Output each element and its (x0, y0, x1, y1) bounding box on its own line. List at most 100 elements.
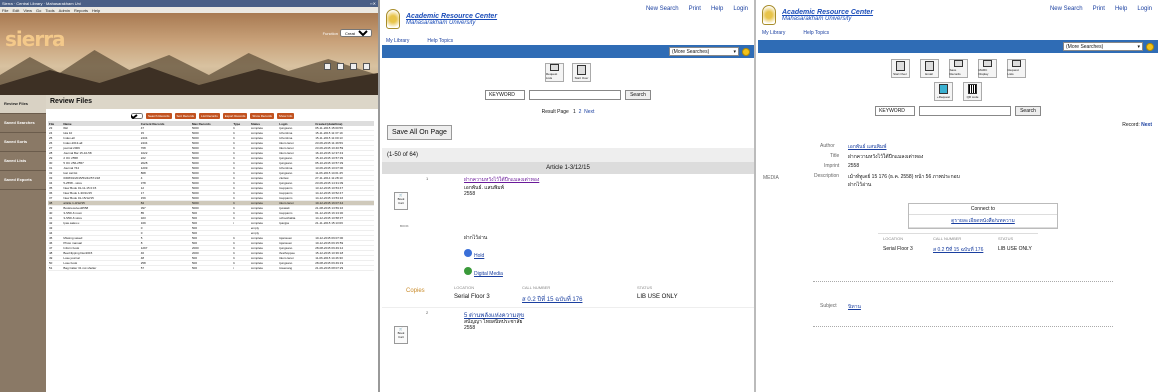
menu-edit[interactable]: Edit (12, 8, 19, 13)
list-records-button[interactable]: List Records (199, 113, 220, 119)
print-link[interactable]: Print (1093, 6, 1105, 12)
search-input[interactable] (919, 106, 1012, 116)
menu-help[interactable]: Help (92, 8, 100, 13)
next-link[interactable]: Next (584, 109, 594, 115)
new-icon[interactable] (324, 63, 331, 70)
request-icon (939, 84, 948, 94)
help-link[interactable]: Help (1115, 6, 1127, 12)
more-searches-select[interactable]: (More Searches) ▾ (1063, 42, 1143, 51)
new-search-link[interactable]: New Search (1050, 6, 1083, 12)
menu-go[interactable]: Go (36, 8, 41, 13)
show-info-button[interactable]: Show Info (276, 113, 295, 119)
count-select[interactable]: All (131, 113, 143, 119)
marc-display-button[interactable]: MARC Display (977, 59, 997, 78)
tool-buttons-row2: +Request QR code (758, 80, 1158, 103)
table-cell: complete (249, 265, 279, 272)
qr-code-button[interactable]: QR code (963, 82, 982, 101)
toolbar-icons (324, 63, 370, 70)
start-over-button[interactable]: Start Over (572, 63, 591, 82)
email-icon (924, 61, 934, 71)
start-over-button[interactable]: Start Over (890, 59, 910, 78)
brand-title[interactable]: Academic Resource Center (782, 9, 873, 16)
new-search-link[interactable]: New Search (646, 6, 679, 12)
record-title-link[interactable]: ฝากความหวังไว้ใต้ปีกแมลงเต่าทอง (464, 176, 539, 184)
review-files-pane: Review Files All Search Records Sort Rec… (46, 95, 378, 392)
function-select[interactable]: Create Lists (340, 29, 372, 37)
call-number-link[interactable]: ส 0.2 ปีที่ 15 ฉบับที่ 176 (522, 294, 582, 304)
divider (813, 281, 1113, 282)
record-year: 2558 (464, 191, 476, 197)
my-library-link[interactable]: My Library (386, 38, 409, 45)
login-link[interactable]: Login (1137, 6, 1152, 12)
table-cell: 21-06-2015 08:07:29 (314, 265, 374, 272)
table-cell: Bag Calier 31 not shelter (62, 265, 140, 272)
record-next-link[interactable]: Next (1141, 122, 1152, 128)
info-icon[interactable] (350, 63, 357, 70)
hold-link[interactable]: Hold (464, 249, 484, 259)
go-icon[interactable] (742, 47, 750, 56)
request-lists-button[interactable]: Request Lists (545, 63, 564, 82)
save-all-button[interactable]: Save All On Page (387, 125, 452, 140)
author-link[interactable]: เอกพันธ์ แสนพิมพ์ (848, 143, 886, 151)
imprint-value: 2558 (848, 163, 860, 169)
menu-reports[interactable]: Reports (74, 8, 88, 13)
page-2[interactable]: 2 (579, 109, 582, 115)
go-icon[interactable] (1146, 42, 1154, 51)
my-library-link[interactable]: My Library (762, 30, 785, 37)
search-input[interactable] (529, 90, 622, 100)
request-lists-button[interactable]: Request Lists (1006, 59, 1026, 78)
help-topics-link[interactable]: Help Topics (803, 30, 829, 37)
menu-tools[interactable]: Tools (45, 8, 54, 13)
save-records-button[interactable]: Save Records (948, 59, 968, 78)
table-row[interactable]: 51 Bag Calier 31 not shelter 57 500 i complet… (48, 265, 374, 272)
mountain-graphic (0, 50, 378, 95)
help-link[interactable]: Help (711, 6, 723, 12)
show-records-button[interactable]: Show Records (250, 113, 274, 119)
request-button[interactable]: +Request (934, 82, 953, 101)
search-records-button[interactable]: Search Records (146, 113, 172, 119)
brand-title[interactable]: Academic Resource Center (406, 13, 497, 20)
window-controls[interactable]: ▫▫✕ (370, 1, 376, 6)
qr-code-icon (968, 84, 977, 94)
book-cart-button[interactable]: 🛒 Book Cart (394, 192, 408, 210)
help-topics-link[interactable]: Help Topics (427, 38, 453, 45)
keyword-select[interactable]: KEYWORD (485, 90, 526, 100)
sort-records-button[interactable]: Sort Records (174, 113, 197, 119)
opac-record-window: Academic Resource Center Mahasarakham Un… (758, 0, 1158, 392)
holding-call-number-link[interactable]: ส 0.2 ปีที่ 15 ฉบับที่ 176 (933, 246, 983, 254)
subject-link[interactable]: นิทาน (848, 303, 861, 311)
copies-label: Copies (406, 288, 425, 294)
export-records-button[interactable]: Export Records (222, 113, 248, 119)
page-title: Review Files (46, 95, 378, 109)
sidebar-item-saved-sorts[interactable]: Saved Sorts (0, 133, 46, 152)
help-icon[interactable] (363, 63, 370, 70)
sidebar-item-saved-lists[interactable]: Saved Lists (0, 152, 46, 171)
menu-file[interactable]: File (2, 8, 8, 13)
menu-admin[interactable]: Admin (59, 8, 70, 13)
menu-view[interactable]: View (23, 8, 32, 13)
list-icon (550, 64, 559, 71)
keyword-select[interactable]: KEYWORD (875, 106, 916, 116)
print-link[interactable]: Print (689, 6, 701, 12)
book-cart-button[interactable]: 🛒 Book Cart (394, 326, 408, 344)
sidebar-item-review-files[interactable]: Review Files (0, 95, 46, 114)
description-note: ฝากไว้อ่าน (848, 182, 872, 188)
tool-buttons: Start Over Email Save Records MARC Displ… (758, 53, 1158, 80)
search-button[interactable]: Search (1015, 106, 1041, 116)
window-title: Sierra · Central Library · Mahasarakham … (2, 1, 81, 6)
print-icon[interactable] (337, 63, 344, 70)
search-button[interactable]: Search (625, 90, 651, 100)
sub-links: My Library Help Topics (382, 38, 754, 45)
table-cell: 500 (191, 265, 233, 272)
digital-media-link[interactable]: Digital Media (464, 267, 503, 277)
email-button[interactable]: Email (919, 59, 939, 78)
sidebar-item-saved-exports[interactable]: Saved Exports (0, 171, 46, 190)
brand-header: Academic Resource Center Mahasarakham Un… (758, 0, 1158, 30)
cart-icon (953, 60, 963, 67)
more-searches-select[interactable]: (More Searches) ▾ (669, 47, 739, 56)
marc-icon (982, 60, 992, 67)
connect-link[interactable]: ดูรายละเอียดหนังสือ/บทความ (909, 215, 1057, 228)
login-link[interactable]: Login (733, 6, 748, 12)
sidebar-item-saved-searches[interactable]: Saved Searches (0, 114, 46, 133)
result-range: (1-50 of 64) (382, 148, 754, 162)
